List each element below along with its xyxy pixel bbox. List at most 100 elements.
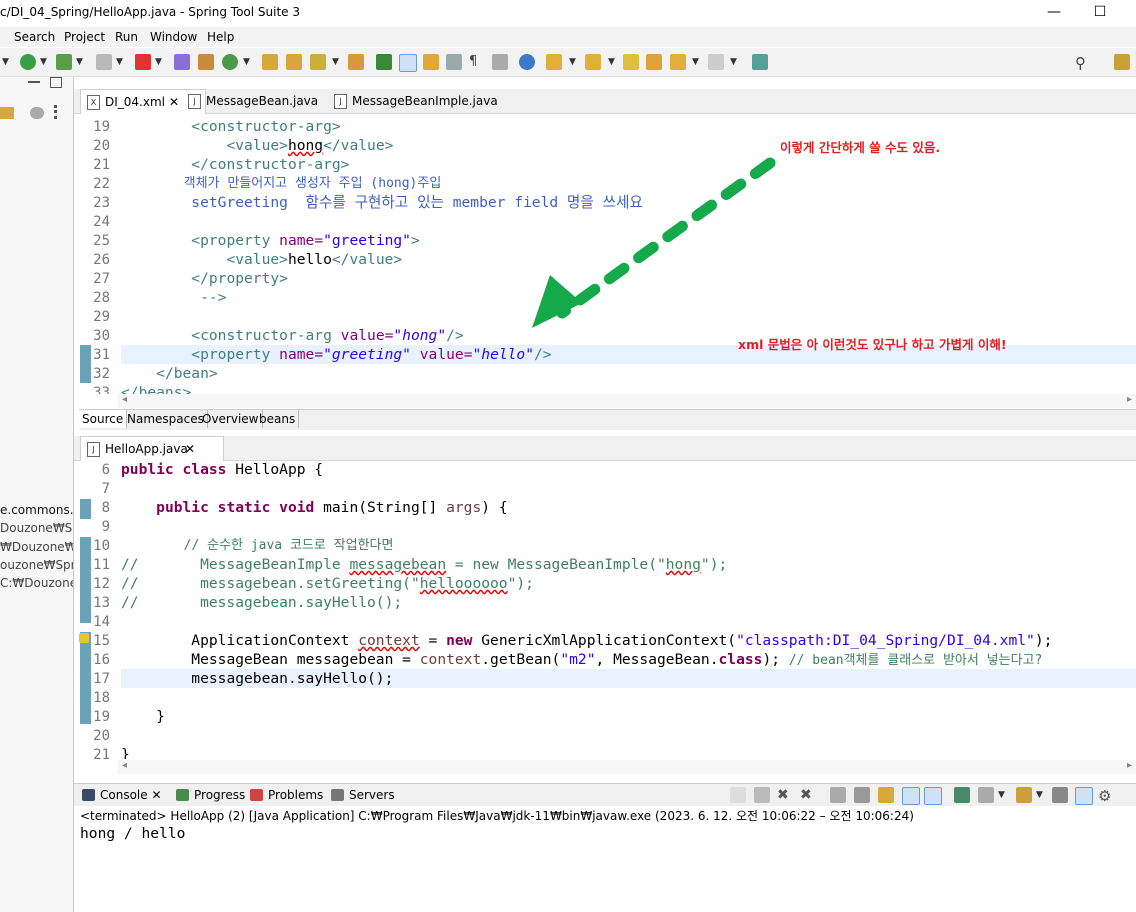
remove-all-icon[interactable]: ✖	[800, 787, 816, 803]
tab-console[interactable]: Console ✕	[80, 788, 162, 802]
terminate-icon[interactable]	[754, 787, 770, 803]
close-icon[interactable]: ✕	[185, 437, 195, 461]
dropdown-arrow-icon[interactable]: ▼	[569, 57, 576, 67]
console-body[interactable]: <terminated> HelloApp (2) [Java Applicat…	[74, 806, 1136, 912]
new-java-project-icon[interactable]	[174, 54, 190, 70]
close-icon[interactable]: ✕	[151, 788, 161, 802]
minimize-button[interactable]: —	[1044, 4, 1064, 20]
menu-search[interactable]: Search	[14, 30, 55, 44]
minimize-view-icon[interactable]	[28, 81, 40, 83]
debug-icon[interactable]	[135, 54, 151, 70]
java-code: }	[156, 708, 165, 725]
tab-source[interactable]: Source	[79, 410, 128, 428]
tab-messagebeanimple-java[interactable]: J MessageBeanImple.java	[328, 89, 522, 113]
disconnect-icon[interactable]	[730, 787, 746, 803]
word-wrap-icon[interactable]	[878, 787, 894, 803]
pin-console-icon[interactable]	[954, 787, 970, 803]
maximize-button[interactable]: ☐	[1090, 4, 1110, 20]
horizontal-scrollbar[interactable]: ◂ ▸	[118, 394, 1136, 408]
breadcrumb-icon[interactable]	[492, 54, 508, 70]
link-editor-icon[interactable]	[0, 107, 14, 119]
spring-icon[interactable]	[376, 54, 392, 70]
tab-messagebean-java[interactable]: J MessageBean.java	[182, 89, 346, 113]
dropdown-arrow-icon[interactable]: ▼	[730, 57, 737, 67]
menu-run[interactable]: Run	[115, 30, 138, 44]
last-edit-icon[interactable]	[623, 54, 639, 70]
new-class-icon[interactable]	[222, 54, 238, 70]
pin-editor-icon[interactable]	[752, 54, 768, 70]
dropdown-arrow-icon[interactable]: ▼	[76, 57, 83, 67]
xml-tag: <value>	[226, 137, 288, 154]
menu-help[interactable]: Help	[207, 30, 234, 44]
highlight-icon[interactable]	[399, 54, 417, 72]
folder-icon[interactable]	[348, 54, 364, 70]
menu-project[interactable]: Project	[64, 30, 105, 44]
tree-item[interactable]: C:₩Douzone₩	[0, 576, 73, 590]
scroll-right-icon[interactable]: ▸	[1127, 760, 1132, 771]
show-stderr-icon[interactable]	[924, 787, 942, 805]
tab-namespaces[interactable]: Namespaces	[124, 410, 208, 428]
tab-overview[interactable]: Overview	[199, 410, 263, 428]
tab-helloapp-java[interactable]: J HelloApp.java ✕	[80, 436, 224, 461]
scroll-left-icon[interactable]: ◂	[122, 394, 127, 405]
stop-icon[interactable]	[96, 54, 112, 70]
clear-console-icon[interactable]	[830, 787, 846, 803]
run-icon[interactable]	[20, 54, 36, 70]
dropdown-arrow-icon[interactable]: ▼	[998, 790, 1005, 800]
tab-servers[interactable]: Servers	[329, 788, 395, 802]
menu-window[interactable]: Window	[150, 30, 197, 44]
remove-launch-icon[interactable]: ✖	[777, 787, 793, 803]
collapse-all-icon[interactable]	[30, 107, 44, 119]
tree-item[interactable]: ₩Douzone₩Sp	[0, 540, 73, 554]
tab-label: HelloApp.java	[105, 442, 188, 456]
forward-edit-icon[interactable]	[646, 54, 662, 70]
whitespace-icon[interactable]: ¶	[469, 54, 485, 70]
scroll-lock-icon[interactable]	[854, 787, 870, 803]
tab-progress[interactable]: Progress	[174, 788, 245, 802]
perspective-icon[interactable]	[1114, 54, 1130, 70]
dropdown-arrow-icon[interactable]: ▼	[608, 57, 615, 67]
dropdown-arrow-icon[interactable]: ▼	[1036, 790, 1043, 800]
dropdown-arrow-icon[interactable]: ▼	[332, 57, 339, 67]
tree-item[interactable]: Douzone₩Spri	[0, 521, 73, 535]
open-resource-icon[interactable]	[286, 54, 302, 70]
open-console-icon[interactable]	[1016, 787, 1032, 803]
close-icon[interactable]: ✕	[169, 90, 179, 114]
external-tools-icon[interactable]	[56, 54, 72, 70]
scroll-left-icon[interactable]: ◂	[122, 760, 127, 771]
forward-icon[interactable]	[708, 54, 724, 70]
show-stdout-icon[interactable]	[902, 787, 920, 805]
maximize-view-icon[interactable]	[50, 77, 62, 88]
tree-item[interactable]: e.commons.lo	[0, 503, 73, 517]
view-menu-icon[interactable]	[54, 105, 60, 119]
new-package-icon[interactable]	[198, 54, 214, 70]
gear-icon[interactable]: ⚙	[1098, 787, 1114, 805]
search-icon[interactable]: ⚲	[1075, 54, 1091, 72]
dropdown-arrow-icon[interactable]: ▼	[155, 57, 162, 67]
line-number: 32	[93, 366, 110, 382]
block-selection-icon[interactable]	[446, 54, 462, 70]
dropdown-arrow-icon[interactable]: ▼	[243, 57, 250, 67]
open-type-icon[interactable]	[262, 54, 278, 70]
scroll-right-icon[interactable]: ▸	[1127, 394, 1132, 405]
dropdown-arrow-icon[interactable]: ▼	[116, 57, 123, 67]
tab-problems[interactable]: Problems	[248, 788, 323, 802]
next-annotation-icon[interactable]	[546, 54, 562, 70]
toggle-mark-icon[interactable]	[423, 54, 439, 70]
search-tool-icon[interactable]	[310, 54, 326, 70]
tab-beans[interactable]: beans	[256, 410, 300, 428]
dropdown-arrow-icon[interactable]: ▼	[40, 57, 47, 67]
spell-check-icon[interactable]	[1075, 787, 1093, 805]
java-comment: // messagebean.sayHello();	[121, 594, 403, 611]
web-browser-icon[interactable]	[519, 54, 535, 70]
prev-annotation-icon[interactable]	[585, 54, 601, 70]
java-string: "m2"	[560, 651, 596, 668]
tree-item[interactable]: ouzone₩Sprin	[0, 558, 73, 572]
dropdown-arrow-icon[interactable]: ▼	[692, 57, 699, 67]
dropdown-arrow-icon[interactable]: ▼	[2, 57, 9, 67]
display-console-icon[interactable]	[978, 787, 994, 803]
console-output: hong / hello	[80, 825, 186, 842]
back-icon[interactable]	[670, 54, 686, 70]
horizontal-scrollbar[interactable]: ◂ ▸	[118, 760, 1136, 774]
copy-icon[interactable]	[1052, 787, 1068, 803]
